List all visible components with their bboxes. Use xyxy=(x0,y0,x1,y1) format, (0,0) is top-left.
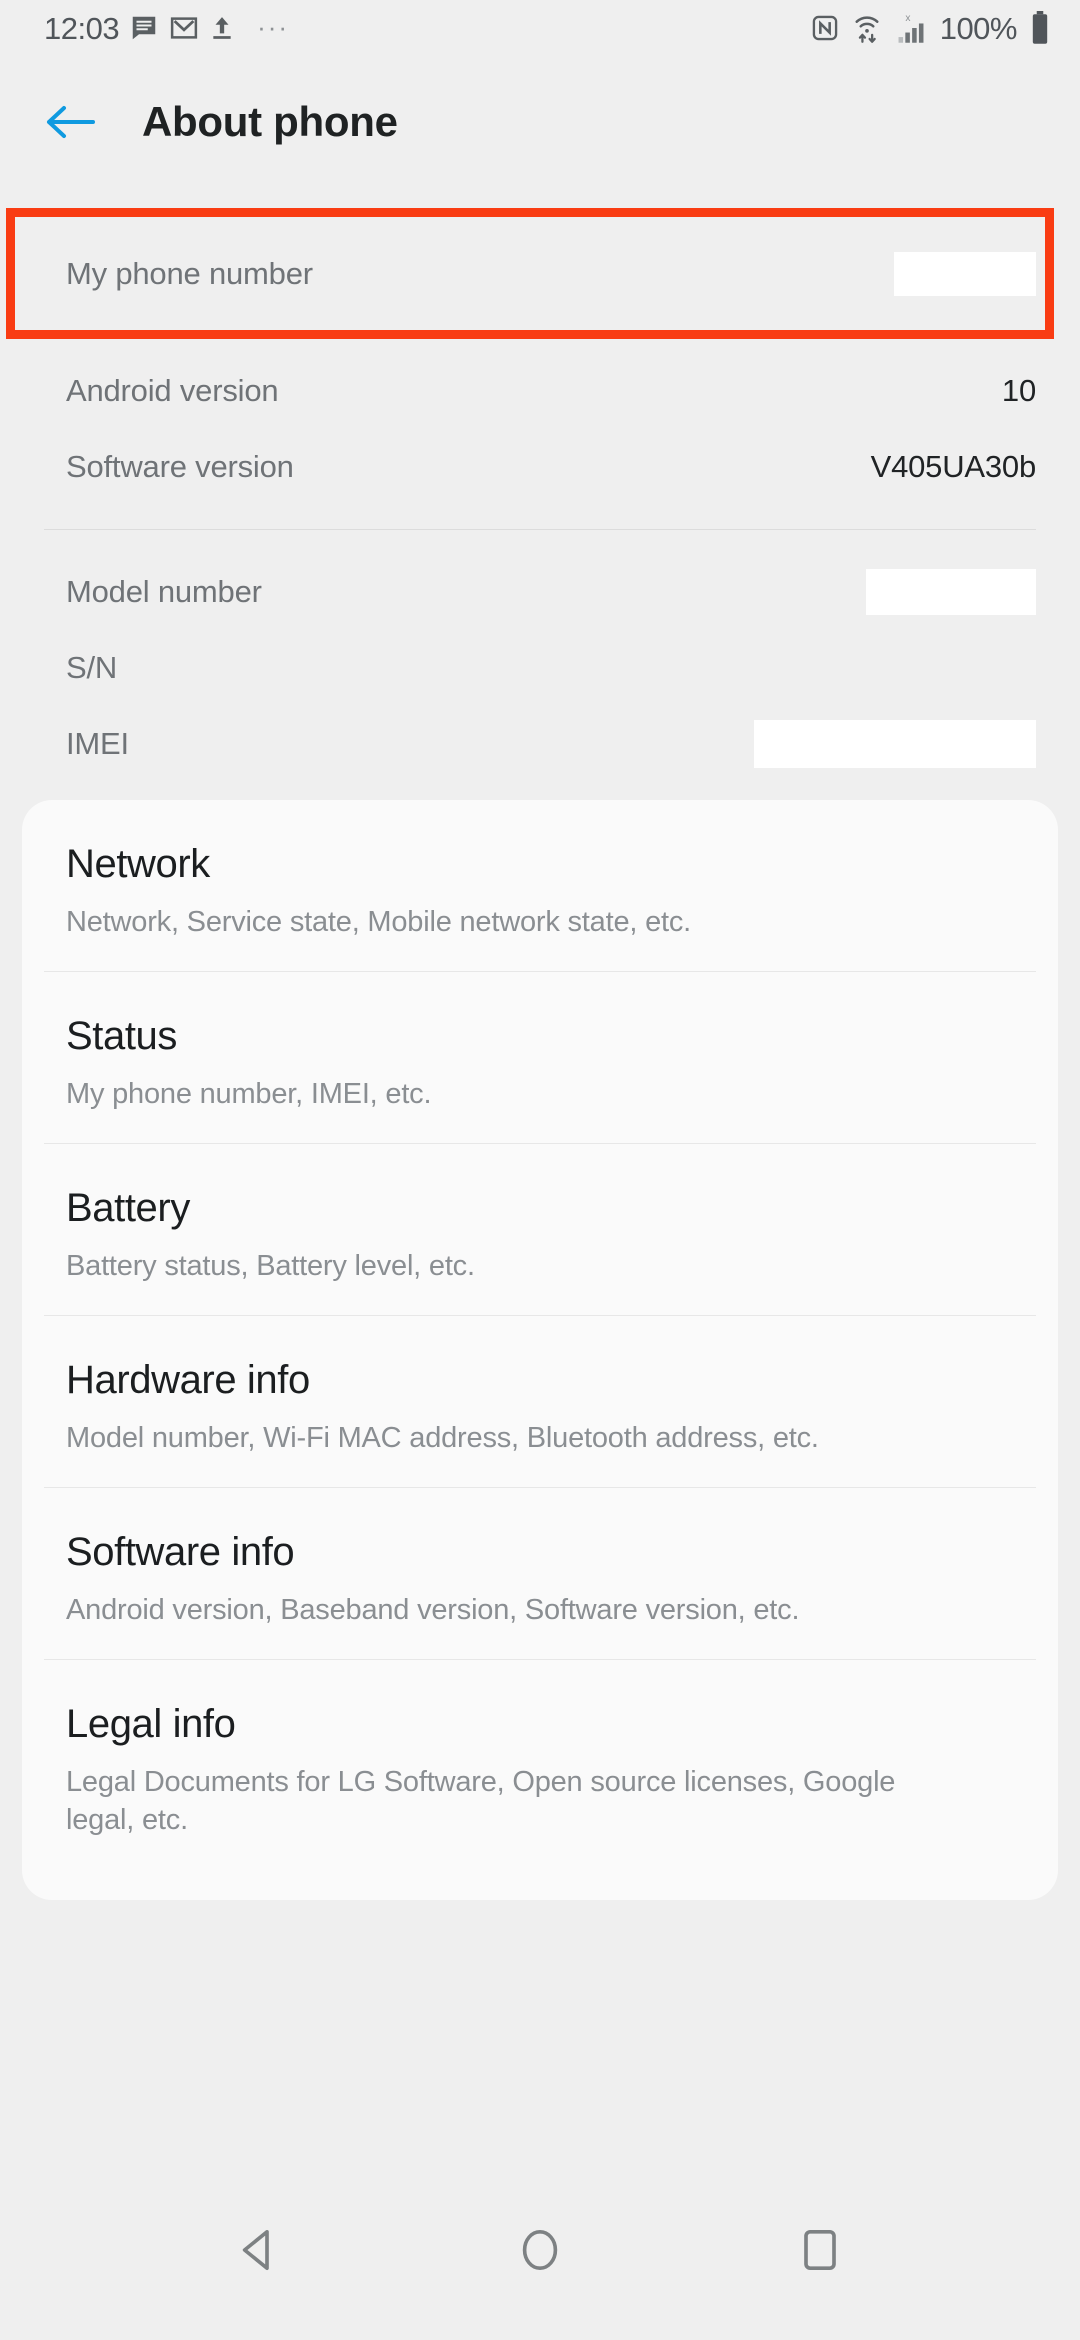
card-item-subtitle: Android version, Baseband version, Softw… xyxy=(66,1594,800,1627)
info-row-my-phone-number[interactable]: My phone number xyxy=(0,208,1080,339)
card-item-title: Legal info xyxy=(66,1702,236,1747)
status-overflow-dots: ··· xyxy=(257,12,290,43)
redacted-value-imei xyxy=(754,720,1036,768)
info-label: Android version xyxy=(66,373,279,408)
card-item-subtitle: Network, Service state, Mobile network s… xyxy=(66,905,692,938)
card-item-status[interactable]: Status My phone number, IMEI, etc. xyxy=(22,972,1058,1143)
card-item-legal-info[interactable]: Legal info Legal Documents for LG Softwa… xyxy=(22,1660,1058,1869)
card-item-title: Software info xyxy=(66,1530,295,1575)
card-item-software-info[interactable]: Software info Android version, Baseband … xyxy=(22,1488,1058,1659)
card-item-title: Battery xyxy=(66,1186,190,1231)
nfc-icon xyxy=(811,14,839,42)
info-row-model-number[interactable]: Model number xyxy=(0,554,1080,630)
info-label: S/N xyxy=(66,650,118,685)
page-title: About phone xyxy=(142,98,398,145)
app-header: About phone xyxy=(0,56,1080,188)
card-item-battery[interactable]: Battery Battery status, Battery level, e… xyxy=(22,1144,1058,1315)
info-row-imei[interactable]: IMEI xyxy=(0,706,1080,782)
info-label: My phone number xyxy=(66,255,313,291)
status-bar-left: 12:03 ··· xyxy=(44,13,289,44)
redacted-value-model-number xyxy=(866,569,1036,615)
card-item-title: Network xyxy=(66,842,210,886)
list-gap xyxy=(0,339,1080,353)
nav-home-icon[interactable] xyxy=(480,2190,600,2310)
info-row-software-version[interactable]: Software version V405UA30b xyxy=(0,429,1080,505)
info-row-android-version[interactable]: Android version 10 xyxy=(0,353,1080,429)
status-bar-clock: 12:03 xyxy=(44,10,120,46)
card-item-title: Hardware info xyxy=(66,1358,310,1403)
info-label: Model number xyxy=(66,574,262,609)
device-info-list: My phone number Android version 10 Softw… xyxy=(0,208,1080,782)
navigation-bar xyxy=(0,2160,1080,2340)
gmail-icon xyxy=(169,13,199,43)
cellular-signal-icon: x xyxy=(895,11,927,45)
card-item-subtitle: Model number, Wi-Fi MAC address, Bluetoo… xyxy=(66,1421,819,1454)
back-arrow-icon[interactable] xyxy=(44,95,98,149)
battery-full-icon xyxy=(1030,11,1050,45)
battery-percent-label: 100% xyxy=(939,10,1018,46)
info-row-serial-number[interactable]: S/N xyxy=(0,630,1080,706)
upload-icon xyxy=(209,13,235,43)
phone-screen: 12:03 ··· x 100% About phone My phone nu… xyxy=(0,0,1080,2340)
nav-back-icon[interactable] xyxy=(200,2190,320,2310)
card-item-title: Status xyxy=(66,1014,177,1059)
nav-recents-icon[interactable] xyxy=(760,2190,880,2310)
card-item-subtitle: My phone number, IMEI, etc. xyxy=(66,1077,432,1110)
status-bar-right: x 100% xyxy=(811,11,1050,45)
card-item-network[interactable]: Network Network, Service state, Mobile n… xyxy=(22,800,1058,971)
card-item-subtitle: Legal Documents for LG Software, Open so… xyxy=(66,1766,896,1837)
wifi-no-internet-icon xyxy=(852,12,882,44)
svg-text:x: x xyxy=(905,13,910,24)
messages-icon xyxy=(129,13,159,43)
info-value: 10 xyxy=(1001,373,1036,408)
card-item-hardware-info[interactable]: Hardware info Model number, Wi-Fi MAC ad… xyxy=(22,1316,1058,1487)
info-label: IMEI xyxy=(66,726,129,761)
info-value: V405UA30b xyxy=(870,449,1037,484)
settings-card: Network Network, Service state, Mobile n… xyxy=(22,800,1058,1900)
list-gap xyxy=(0,530,1080,554)
card-item-subtitle: Battery status, Battery level, etc. xyxy=(66,1249,475,1282)
status-bar: 12:03 ··· x 100% xyxy=(0,0,1080,56)
info-label: Software version xyxy=(66,449,294,484)
list-gap xyxy=(0,505,1080,529)
redacted-value-my-phone-number xyxy=(894,251,1036,296)
